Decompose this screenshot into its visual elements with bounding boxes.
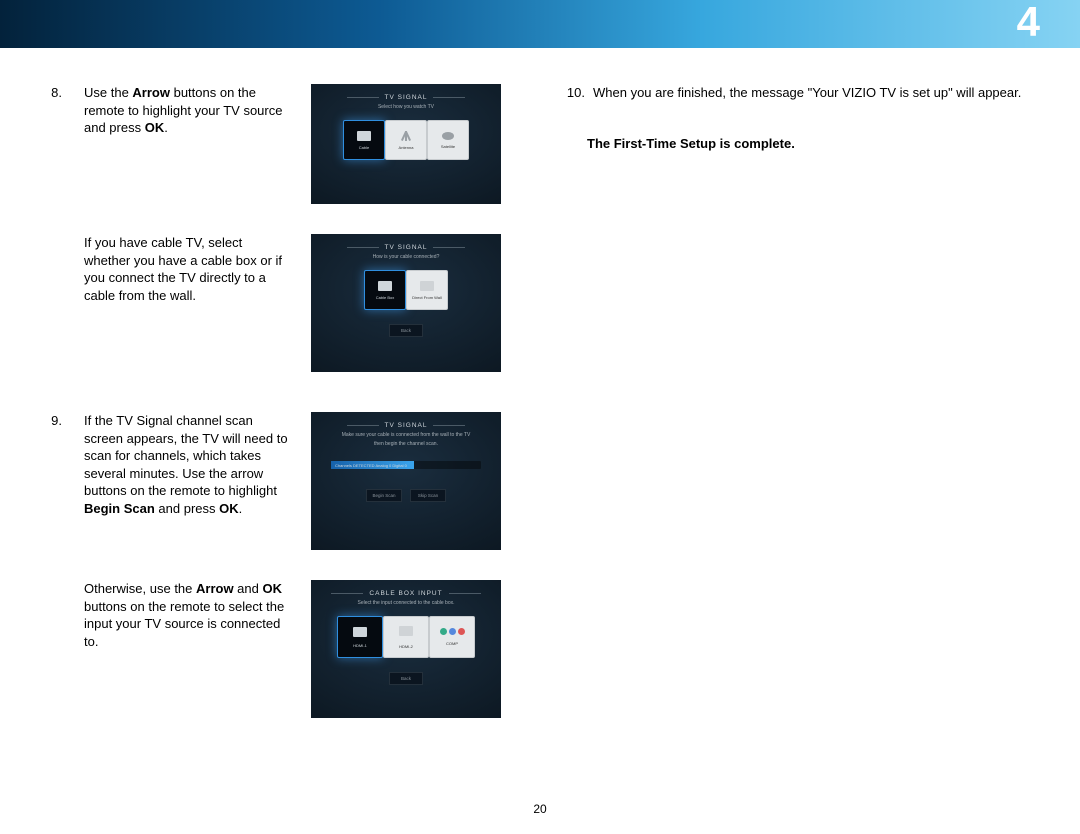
shot-sub1: Make sure your cable is connected from t… bbox=[311, 432, 501, 438]
screenshot-channel-scan: TV SIGNAL Make sure your cable is connec… bbox=[311, 412, 501, 550]
tile-hdmi1: HDMI-1 bbox=[337, 616, 383, 658]
otherwise-row: Otherwise, use the Arrow and OK buttons … bbox=[40, 580, 515, 718]
screenshot-cable-box-input: CABLE BOX INPUT Select the input connect… bbox=[311, 580, 501, 718]
shot-sub2: then begin the channel scan. bbox=[311, 441, 501, 447]
step-8-text: Use the Arrow buttons on the remote to h… bbox=[84, 84, 289, 137]
tile-hdmi2: HDMI-2 bbox=[383, 616, 429, 658]
back-button: Back bbox=[389, 672, 423, 685]
step-9-text: If the TV Signal channel scan screen app… bbox=[84, 412, 289, 517]
tile-satellite: Satellite bbox=[427, 120, 469, 160]
shot-tiles: Cable Antenna Satellite bbox=[311, 120, 501, 160]
step-number: 8. bbox=[40, 84, 62, 100]
screenshot-tv-signal-source: TV SIGNAL Select how you watch TV Cable … bbox=[311, 84, 501, 204]
header-bar: 4 bbox=[0, 0, 1080, 48]
step-number: 9. bbox=[40, 412, 62, 428]
shot-subtitle: Select the input connected to the cable … bbox=[311, 600, 501, 606]
cable-note-text: If you have cable TV, select whether you… bbox=[84, 234, 289, 304]
step-8-row: 8. Use the Arrow buttons on the remote t… bbox=[40, 84, 515, 204]
tile-comp: COMP bbox=[429, 616, 475, 658]
shot-title: CABLE BOX INPUT bbox=[311, 580, 501, 597]
left-column: 8. Use the Arrow buttons on the remote t… bbox=[40, 84, 515, 748]
skip-scan-button: Skip Scan bbox=[410, 489, 446, 502]
chapter-number: 4 bbox=[1017, 0, 1040, 46]
step-10-row: 10. When you are finished, the message "… bbox=[565, 84, 1040, 102]
step-10-text: When you are finished, the message "Your… bbox=[593, 84, 1023, 102]
shot-tiles: Cable Box Direct From Wall bbox=[311, 270, 501, 310]
right-column: 10. When you are finished, the message "… bbox=[565, 84, 1040, 748]
page-content: 8. Use the Arrow buttons on the remote t… bbox=[0, 48, 1080, 748]
shot-tiles: HDMI-1 HDMI-2 COMP bbox=[311, 616, 501, 658]
shot-subtitle: Select how you watch TV bbox=[311, 104, 501, 110]
scan-progress: Channels DETECTED Analog 0 Digital 0 bbox=[331, 461, 481, 469]
scan-buttons: Begin Scan Skip Scan bbox=[311, 489, 501, 502]
shot-title: TV SIGNAL bbox=[311, 412, 501, 429]
page-number: 20 bbox=[533, 802, 546, 816]
shot-subtitle: How is your cable connected? bbox=[311, 254, 501, 260]
setup-complete-text: The First-Time Setup is complete. bbox=[587, 136, 1040, 151]
step-number: 10. bbox=[565, 84, 585, 100]
cable-note-row: If you have cable TV, select whether you… bbox=[40, 234, 515, 372]
otherwise-text: Otherwise, use the Arrow and OK buttons … bbox=[84, 580, 289, 650]
tile-antenna: Antenna bbox=[385, 120, 427, 160]
screenshot-cable-connection: TV SIGNAL How is your cable connected? C… bbox=[311, 234, 501, 372]
shot-title: TV SIGNAL bbox=[311, 84, 501, 101]
step-9-row: 9. If the TV Signal channel scan screen … bbox=[40, 412, 515, 550]
tile-cable-box: Cable Box bbox=[364, 270, 406, 310]
tile-direct-wall: Direct From Wall bbox=[406, 270, 448, 310]
tile-cable: Cable bbox=[343, 120, 385, 160]
back-button: Back bbox=[389, 324, 423, 337]
shot-title: TV SIGNAL bbox=[311, 234, 501, 251]
begin-scan-button: Begin Scan bbox=[366, 489, 402, 502]
